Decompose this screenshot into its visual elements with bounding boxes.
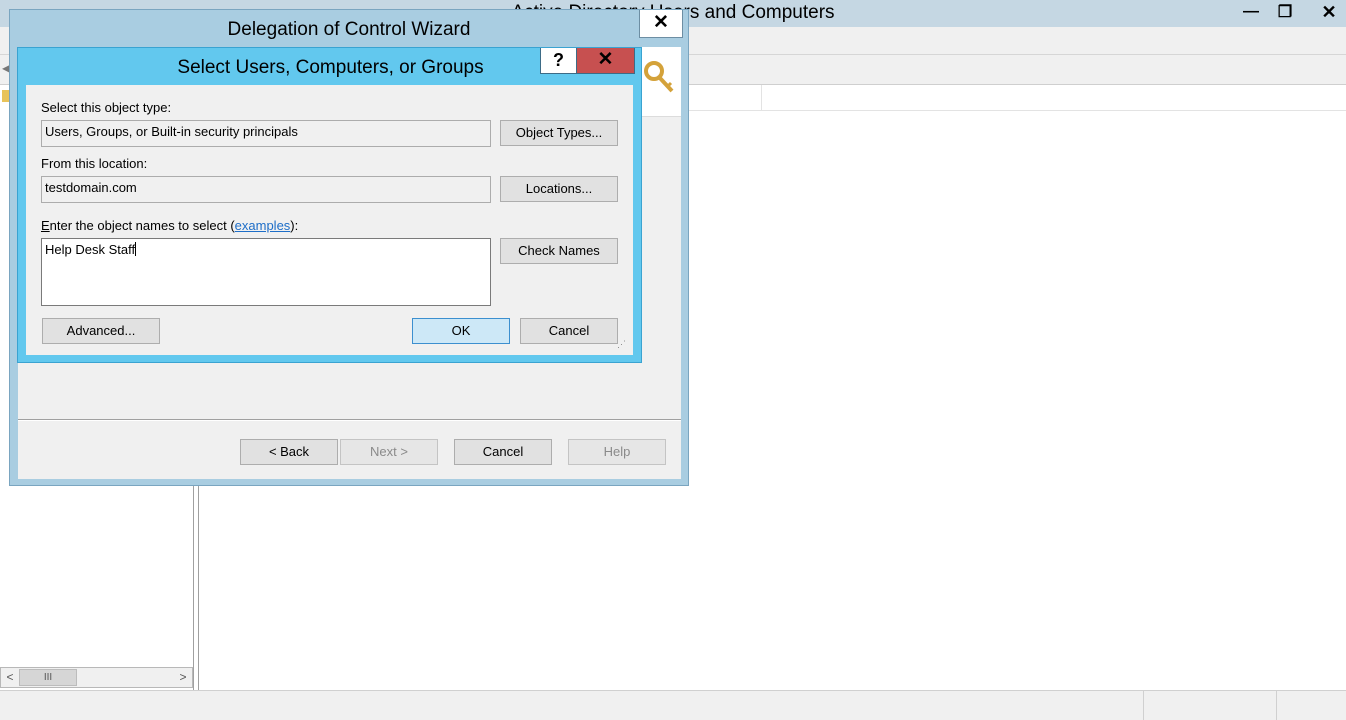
minimize-icon[interactable]: — (1234, 0, 1268, 24)
resize-grip-icon[interactable]: ⋰ (617, 339, 629, 351)
restore-icon[interactable]: ❐ (1268, 0, 1302, 24)
examples-link[interactable]: examples (235, 218, 291, 233)
label-accelerator: E (41, 218, 50, 233)
close-icon[interactable]: ✕ (1312, 0, 1346, 24)
text-caret (135, 242, 137, 256)
close-icon[interactable]: ✕ (639, 10, 683, 38)
key-icon (644, 61, 674, 93)
status-segment (1276, 691, 1346, 720)
object-type-field: Users, Groups, or Built-in security prin… (41, 120, 491, 147)
object-types-button[interactable]: Object Types... (500, 120, 618, 146)
scroll-left-icon[interactable]: < (1, 670, 19, 684)
locations-button[interactable]: Locations... (500, 176, 618, 202)
status-segment (1143, 691, 1276, 720)
dialog-cancel-button[interactable]: Cancel (520, 318, 618, 344)
location-label: From this location: (41, 156, 148, 171)
label-text: nter the object names to select ( (49, 218, 235, 233)
tree-horizontal-scrollbar[interactable]: < III > (0, 667, 193, 688)
advanced-button[interactable]: Advanced... (42, 318, 160, 344)
dialog-client-area: Select this object type: Users, Groups, … (26, 85, 633, 355)
label-text-end: ): (290, 218, 299, 233)
wizard-divider (18, 419, 681, 421)
back-button[interactable]: < Back (240, 439, 338, 465)
location-field: testdomain.com (41, 176, 491, 203)
scroll-thumb[interactable]: III (19, 669, 77, 686)
object-names-input[interactable]: Help Desk Staff (41, 238, 491, 306)
close-icon[interactable]: ✕ (577, 48, 635, 74)
scroll-right-icon[interactable]: > (174, 670, 192, 684)
help-icon[interactable]: ? (540, 48, 577, 74)
select-users-dialog: Select Users, Computers, or Groups ? ✕ S… (17, 47, 642, 363)
wizard-title: Delegation of Control Wizard (227, 19, 471, 40)
wizard-cancel-button[interactable]: Cancel (454, 439, 552, 465)
next-button[interactable]: Next > (340, 439, 438, 465)
object-type-label: Select this object type: (41, 100, 172, 115)
object-names-value: Help Desk Staff (45, 242, 136, 257)
status-bar (0, 690, 1346, 720)
check-names-button[interactable]: Check Names (500, 238, 618, 264)
ok-button[interactable]: OK (412, 318, 510, 344)
object-names-label: Enter the object names to select (exampl… (41, 218, 298, 233)
wizard-help-button[interactable]: Help (568, 439, 666, 465)
